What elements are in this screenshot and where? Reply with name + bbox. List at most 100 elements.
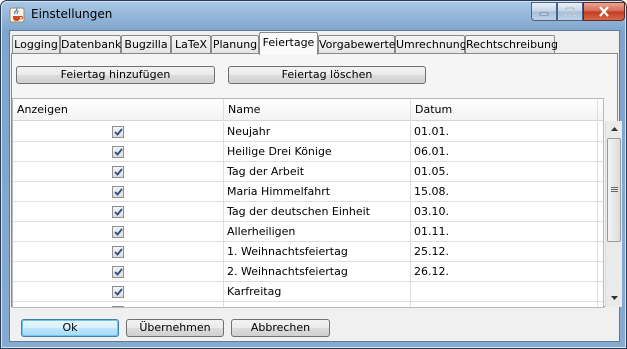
cancel-button[interactable]: Abbrechen: [231, 319, 330, 337]
cell-name[interactable]: Ostersonntag: [224, 302, 411, 307]
show-checkbox[interactable]: [112, 306, 124, 307]
cell-name[interactable]: Neujahr: [224, 122, 411, 142]
tab-label: Rechtschreibung: [466, 38, 559, 51]
show-checkbox[interactable]: [112, 246, 124, 258]
cell-datum[interactable]: [411, 282, 598, 302]
checkmark-icon: [113, 288, 123, 296]
tab-label: Vorgabewerte: [319, 38, 396, 51]
scroll-up-button[interactable]: [606, 121, 622, 137]
apply-button[interactable]: Übernehmen: [126, 319, 224, 337]
table-row[interactable]: 2. Weihnachtsfeiertag 26.12.: [13, 262, 603, 282]
close-button[interactable]: [583, 2, 625, 21]
cell-anzeigen: [13, 302, 224, 307]
tab-label: Feiertage: [262, 36, 315, 49]
cell-name[interactable]: Allerheiligen: [224, 222, 411, 242]
show-checkbox[interactable]: [112, 286, 124, 298]
show-checkbox[interactable]: [112, 146, 124, 158]
column-header-datum[interactable]: Datum: [411, 99, 598, 121]
table-row[interactable]: Neujahr 01.01.: [13, 122, 603, 142]
tab-logging[interactable]: Logging: [12, 35, 60, 54]
column-header-name[interactable]: Name: [224, 99, 411, 121]
checkmark-icon: [113, 168, 123, 176]
table-row[interactable]: Allerheiligen 01.11.: [13, 222, 603, 242]
table-row[interactable]: Maria Himmelfahrt 15.08.: [13, 182, 603, 202]
tab-umrechnung[interactable]: Umrechnung: [395, 35, 467, 54]
tab-latex[interactable]: LaTeX: [171, 35, 211, 54]
show-checkbox[interactable]: [112, 126, 124, 138]
tab-planung[interactable]: Planung: [211, 35, 259, 54]
cell-datum[interactable]: 06.01.: [411, 142, 598, 162]
cell-name[interactable]: 2. Weihnachtsfeiertag: [224, 262, 411, 282]
table-row[interactable]: Heilige Drei Könige 06.01.: [13, 142, 603, 162]
cell-datum[interactable]: 01.11.: [411, 222, 598, 242]
arrow-up-icon: [610, 127, 618, 131]
holiday-table: Anzeigen Name Datum Neujahr 01.01. Heilige…: [12, 98, 604, 308]
arrow-down-icon: [610, 296, 618, 300]
cell-datum[interactable]: [411, 302, 598, 307]
show-checkbox[interactable]: [112, 226, 124, 238]
cell-anzeigen: [13, 242, 224, 262]
cell-anzeigen: [13, 162, 224, 182]
table-row[interactable]: Tag der Arbeit 01.05.: [13, 162, 603, 182]
tab-bugzilla[interactable]: Bugzilla: [121, 35, 171, 54]
checkmark-icon: [113, 128, 123, 136]
cell-name[interactable]: Tag der deutschen Einheit: [224, 202, 411, 222]
scroll-down-button[interactable]: [606, 290, 622, 306]
checkmark-icon: [113, 228, 123, 236]
table-row[interactable]: Tag der deutschen Einheit 03.10.: [13, 202, 603, 222]
table-header: Anzeigen Name Datum: [13, 99, 603, 121]
tab-vorgabewerte[interactable]: Vorgabewerte: [318, 35, 396, 54]
table-row[interactable]: Ostersonntag: [13, 302, 603, 307]
minimize-icon: [539, 12, 549, 15]
tab-label: LaTeX: [174, 38, 208, 51]
checkmark-icon: [113, 188, 123, 196]
table-row[interactable]: Karfreitag: [13, 282, 603, 302]
checkmark-icon: [113, 248, 123, 256]
cell-datum[interactable]: 03.10.: [411, 202, 598, 222]
scroll-thumb[interactable]: [607, 138, 621, 242]
cell-datum[interactable]: 25.12.: [411, 242, 598, 262]
tab-label: Bugzilla: [124, 38, 168, 51]
add-holiday-button[interactable]: Feiertag hinzufügen: [16, 66, 215, 84]
column-header-anzeigen[interactable]: Anzeigen: [13, 99, 224, 121]
maximize-icon: [565, 6, 575, 16]
cell-datum[interactable]: 15.08.: [411, 182, 598, 202]
checkmark-icon: [113, 148, 123, 156]
cell-anzeigen: [13, 182, 224, 202]
cell-datum[interactable]: 01.05.: [411, 162, 598, 182]
tab-rechtschreibung[interactable]: Rechtschreibung: [465, 35, 559, 54]
tab-label: Umrechnung: [396, 38, 467, 51]
show-checkbox[interactable]: [112, 206, 124, 218]
ok-button[interactable]: Ok: [21, 319, 119, 337]
cell-anzeigen: [13, 202, 224, 222]
tab-label: Logging: [14, 38, 58, 51]
table-row[interactable]: 1. Weihnachtsfeiertag 25.12.: [13, 242, 603, 262]
dialog-content: Logging Datenbank Bugzilla LaTeX Planung…: [9, 30, 622, 342]
show-checkbox[interactable]: [112, 186, 124, 198]
cell-datum[interactable]: 01.01.: [411, 122, 598, 142]
show-checkbox[interactable]: [112, 266, 124, 278]
minimize-button[interactable]: [531, 2, 557, 21]
close-icon: [599, 6, 609, 17]
tab-label: Planung: [212, 38, 258, 51]
settings-window: Einstellungen Logging Datenbank Bugzilla…: [0, 0, 627, 349]
tab-datenbank[interactable]: Datenbank: [60, 35, 121, 54]
cell-anzeigen: [13, 122, 224, 142]
cell-anzeigen: [13, 282, 224, 302]
cell-name[interactable]: 1. Weihnachtsfeiertag: [224, 242, 411, 262]
delete-holiday-button[interactable]: Feiertag löschen: [228, 66, 426, 84]
title-bar[interactable]: Einstellungen: [1, 1, 626, 29]
maximize-button[interactable]: [557, 2, 583, 21]
cell-name[interactable]: Heilige Drei Könige: [224, 142, 411, 162]
java-cup-icon: [9, 7, 25, 23]
cell-name[interactable]: Maria Himmelfahrt: [224, 182, 411, 202]
checkmark-icon: [113, 208, 123, 216]
show-checkbox[interactable]: [112, 166, 124, 178]
grip-icon: [610, 187, 618, 192]
tab-feiertage[interactable]: Feiertage: [259, 32, 318, 55]
cell-datum[interactable]: 26.12.: [411, 262, 598, 282]
vertical-scrollbar[interactable]: [605, 121, 622, 307]
cell-name[interactable]: Karfreitag: [224, 282, 411, 302]
cell-anzeigen: [13, 262, 224, 282]
cell-name[interactable]: Tag der Arbeit: [224, 162, 411, 182]
